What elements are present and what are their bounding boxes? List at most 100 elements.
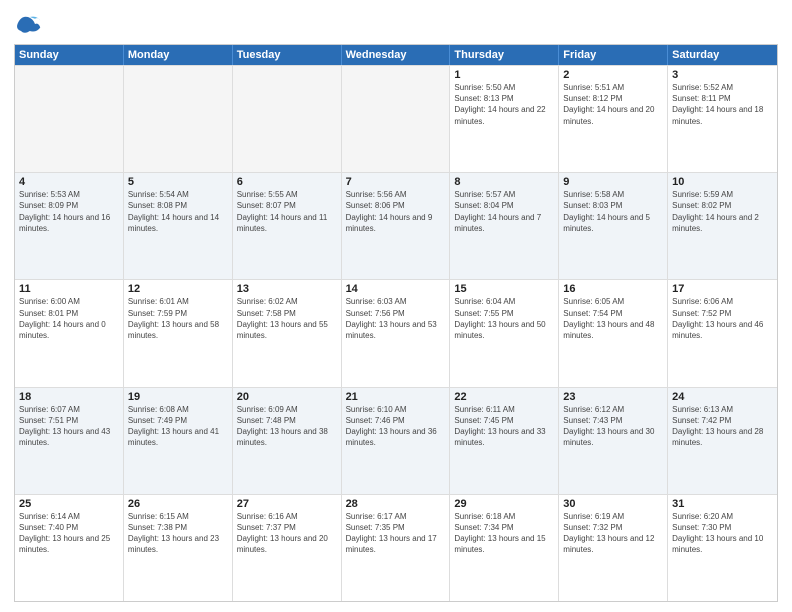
- calendar-cell-empty: [15, 66, 124, 172]
- calendar-cell-13: 13 Sunrise: 6:02 AMSunset: 7:58 PMDaylig…: [233, 280, 342, 386]
- day-number: 18: [19, 391, 119, 403]
- cell-info: Sunrise: 6:19 AMSunset: 7:32 PMDaylight:…: [563, 512, 654, 555]
- calendar-cell-9: 9 Sunrise: 5:58 AMSunset: 8:03 PMDayligh…: [559, 173, 668, 279]
- cell-info: Sunrise: 6:13 AMSunset: 7:42 PMDaylight:…: [672, 405, 763, 448]
- weekday-header-friday: Friday: [559, 45, 668, 65]
- calendar-week-2: 4 Sunrise: 5:53 AMSunset: 8:09 PMDayligh…: [15, 172, 777, 279]
- day-number: 8: [454, 176, 554, 188]
- calendar-cell-10: 10 Sunrise: 5:59 AMSunset: 8:02 PMDaylig…: [668, 173, 777, 279]
- calendar-cell-14: 14 Sunrise: 6:03 AMSunset: 7:56 PMDaylig…: [342, 280, 451, 386]
- cell-info: Sunrise: 6:16 AMSunset: 7:37 PMDaylight:…: [237, 512, 328, 555]
- cell-info: Sunrise: 6:05 AMSunset: 7:54 PMDaylight:…: [563, 297, 654, 340]
- calendar-cell-22: 22 Sunrise: 6:11 AMSunset: 7:45 PMDaylig…: [450, 388, 559, 494]
- day-number: 19: [128, 391, 228, 403]
- day-number: 9: [563, 176, 663, 188]
- cell-info: Sunrise: 6:18 AMSunset: 7:34 PMDaylight:…: [454, 512, 545, 555]
- day-number: 17: [672, 283, 773, 295]
- cell-info: Sunrise: 6:17 AMSunset: 7:35 PMDaylight:…: [346, 512, 437, 555]
- calendar-cell-3: 3 Sunrise: 5:52 AMSunset: 8:11 PMDayligh…: [668, 66, 777, 172]
- calendar-cell-empty: [342, 66, 451, 172]
- calendar-page: SundayMondayTuesdayWednesdayThursdayFrid…: [0, 0, 792, 612]
- calendar-cell-empty: [124, 66, 233, 172]
- calendar-cell-20: 20 Sunrise: 6:09 AMSunset: 7:48 PMDaylig…: [233, 388, 342, 494]
- calendar-cell-15: 15 Sunrise: 6:04 AMSunset: 7:55 PMDaylig…: [450, 280, 559, 386]
- calendar-cell-4: 4 Sunrise: 5:53 AMSunset: 8:09 PMDayligh…: [15, 173, 124, 279]
- day-number: 7: [346, 176, 446, 188]
- day-number: 14: [346, 283, 446, 295]
- day-number: 13: [237, 283, 337, 295]
- day-number: 5: [128, 176, 228, 188]
- cell-info: Sunrise: 6:00 AMSunset: 8:01 PMDaylight:…: [19, 297, 106, 340]
- calendar-cell-25: 25 Sunrise: 6:14 AMSunset: 7:40 PMDaylig…: [15, 495, 124, 601]
- calendar-cell-28: 28 Sunrise: 6:17 AMSunset: 7:35 PMDaylig…: [342, 495, 451, 601]
- calendar-cell-7: 7 Sunrise: 5:56 AMSunset: 8:06 PMDayligh…: [342, 173, 451, 279]
- day-number: 29: [454, 498, 554, 510]
- cell-info: Sunrise: 6:12 AMSunset: 7:43 PMDaylight:…: [563, 405, 654, 448]
- calendar-grid: SundayMondayTuesdayWednesdayThursdayFrid…: [14, 44, 778, 602]
- day-number: 30: [563, 498, 663, 510]
- calendar-header-row: SundayMondayTuesdayWednesdayThursdayFrid…: [15, 45, 777, 65]
- weekday-header-tuesday: Tuesday: [233, 45, 342, 65]
- calendar-body: 1 Sunrise: 5:50 AMSunset: 8:13 PMDayligh…: [15, 65, 777, 601]
- day-number: 2: [563, 69, 663, 81]
- day-number: 15: [454, 283, 554, 295]
- day-number: 11: [19, 283, 119, 295]
- cell-info: Sunrise: 6:07 AMSunset: 7:51 PMDaylight:…: [19, 405, 110, 448]
- calendar-cell-11: 11 Sunrise: 6:00 AMSunset: 8:01 PMDaylig…: [15, 280, 124, 386]
- day-number: 27: [237, 498, 337, 510]
- cell-info: Sunrise: 6:02 AMSunset: 7:58 PMDaylight:…: [237, 297, 328, 340]
- day-number: 4: [19, 176, 119, 188]
- calendar-cell-24: 24 Sunrise: 6:13 AMSunset: 7:42 PMDaylig…: [668, 388, 777, 494]
- day-number: 1: [454, 69, 554, 81]
- weekday-header-monday: Monday: [124, 45, 233, 65]
- weekday-header-saturday: Saturday: [668, 45, 777, 65]
- calendar-cell-23: 23 Sunrise: 6:12 AMSunset: 7:43 PMDaylig…: [559, 388, 668, 494]
- calendar-cell-27: 27 Sunrise: 6:16 AMSunset: 7:37 PMDaylig…: [233, 495, 342, 601]
- calendar-cell-16: 16 Sunrise: 6:05 AMSunset: 7:54 PMDaylig…: [559, 280, 668, 386]
- cell-info: Sunrise: 6:10 AMSunset: 7:46 PMDaylight:…: [346, 405, 437, 448]
- cell-info: Sunrise: 5:54 AMSunset: 8:08 PMDaylight:…: [128, 190, 219, 233]
- day-number: 25: [19, 498, 119, 510]
- day-number: 10: [672, 176, 773, 188]
- cell-info: Sunrise: 6:04 AMSunset: 7:55 PMDaylight:…: [454, 297, 545, 340]
- cell-info: Sunrise: 6:11 AMSunset: 7:45 PMDaylight:…: [454, 405, 545, 448]
- weekday-header-thursday: Thursday: [450, 45, 559, 65]
- cell-info: Sunrise: 5:56 AMSunset: 8:06 PMDaylight:…: [346, 190, 433, 233]
- calendar-week-1: 1 Sunrise: 5:50 AMSunset: 8:13 PMDayligh…: [15, 65, 777, 172]
- calendar-cell-19: 19 Sunrise: 6:08 AMSunset: 7:49 PMDaylig…: [124, 388, 233, 494]
- cell-info: Sunrise: 6:15 AMSunset: 7:38 PMDaylight:…: [128, 512, 219, 555]
- calendar-week-5: 25 Sunrise: 6:14 AMSunset: 7:40 PMDaylig…: [15, 494, 777, 601]
- page-header: [14, 10, 778, 38]
- weekday-header-sunday: Sunday: [15, 45, 124, 65]
- day-number: 6: [237, 176, 337, 188]
- cell-info: Sunrise: 6:06 AMSunset: 7:52 PMDaylight:…: [672, 297, 763, 340]
- day-number: 24: [672, 391, 773, 403]
- cell-info: Sunrise: 5:53 AMSunset: 8:09 PMDaylight:…: [19, 190, 110, 233]
- day-number: 20: [237, 391, 337, 403]
- calendar-cell-5: 5 Sunrise: 5:54 AMSunset: 8:08 PMDayligh…: [124, 173, 233, 279]
- calendar-cell-21: 21 Sunrise: 6:10 AMSunset: 7:46 PMDaylig…: [342, 388, 451, 494]
- cell-info: Sunrise: 5:55 AMSunset: 8:07 PMDaylight:…: [237, 190, 328, 233]
- calendar-cell-18: 18 Sunrise: 6:07 AMSunset: 7:51 PMDaylig…: [15, 388, 124, 494]
- calendar-cell-8: 8 Sunrise: 5:57 AMSunset: 8:04 PMDayligh…: [450, 173, 559, 279]
- day-number: 31: [672, 498, 773, 510]
- day-number: 21: [346, 391, 446, 403]
- cell-info: Sunrise: 5:50 AMSunset: 8:13 PMDaylight:…: [454, 83, 545, 126]
- logo-icon: [14, 10, 42, 38]
- cell-info: Sunrise: 6:20 AMSunset: 7:30 PMDaylight:…: [672, 512, 763, 555]
- calendar-cell-2: 2 Sunrise: 5:51 AMSunset: 8:12 PMDayligh…: [559, 66, 668, 172]
- day-number: 22: [454, 391, 554, 403]
- calendar-cell-31: 31 Sunrise: 6:20 AMSunset: 7:30 PMDaylig…: [668, 495, 777, 601]
- calendar-cell-12: 12 Sunrise: 6:01 AMSunset: 7:59 PMDaylig…: [124, 280, 233, 386]
- cell-info: Sunrise: 6:01 AMSunset: 7:59 PMDaylight:…: [128, 297, 219, 340]
- calendar-cell-1: 1 Sunrise: 5:50 AMSunset: 8:13 PMDayligh…: [450, 66, 559, 172]
- cell-info: Sunrise: 5:52 AMSunset: 8:11 PMDaylight:…: [672, 83, 763, 126]
- cell-info: Sunrise: 5:59 AMSunset: 8:02 PMDaylight:…: [672, 190, 759, 233]
- cell-info: Sunrise: 6:08 AMSunset: 7:49 PMDaylight:…: [128, 405, 219, 448]
- cell-info: Sunrise: 5:58 AMSunset: 8:03 PMDaylight:…: [563, 190, 650, 233]
- day-number: 16: [563, 283, 663, 295]
- calendar-week-4: 18 Sunrise: 6:07 AMSunset: 7:51 PMDaylig…: [15, 387, 777, 494]
- calendar-cell-26: 26 Sunrise: 6:15 AMSunset: 7:38 PMDaylig…: [124, 495, 233, 601]
- calendar-cell-6: 6 Sunrise: 5:55 AMSunset: 8:07 PMDayligh…: [233, 173, 342, 279]
- calendar-cell-17: 17 Sunrise: 6:06 AMSunset: 7:52 PMDaylig…: [668, 280, 777, 386]
